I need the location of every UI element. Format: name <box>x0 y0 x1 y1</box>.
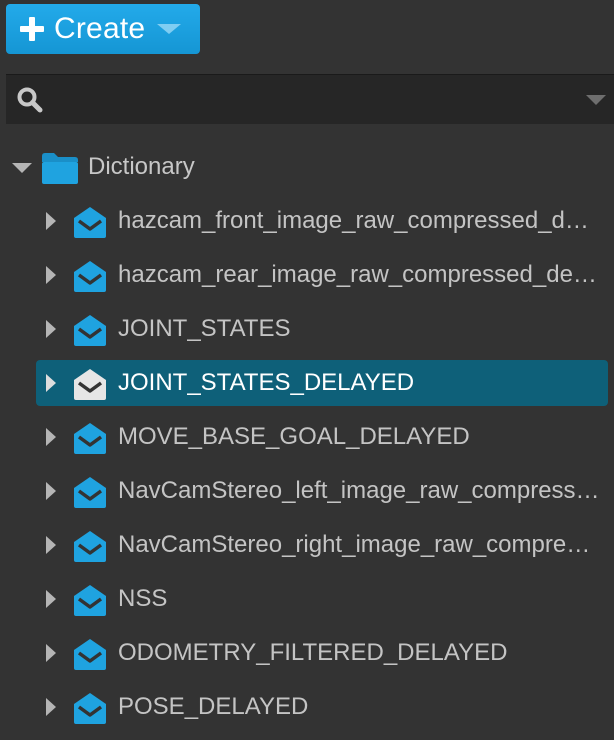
tree-item[interactable]: NSS <box>36 576 608 622</box>
tree-item[interactable]: MOVE_BASE_GOAL_DELAYED <box>36 414 608 460</box>
tree-item-label: hazcam_rear_image_raw_compressed_delayed <box>118 261 602 288</box>
caret-right-icon[interactable] <box>46 590 56 608</box>
caret-right-icon[interactable] <box>46 644 56 662</box>
tree-item[interactable]: POSE_DELAYED <box>36 684 608 730</box>
tree-item-label: NavCamStereo_right_image_raw_compressed_… <box>118 531 602 558</box>
caret-right-icon[interactable] <box>46 482 56 500</box>
tree-item-label: NSS <box>118 585 168 612</box>
tree-root-dictionary[interactable]: Dictionary <box>0 140 614 194</box>
create-button-label: Create <box>54 12 146 45</box>
caret-right-icon[interactable] <box>46 698 56 716</box>
tree-item[interactable]: NavCamStereo_right_image_raw_compressed_… <box>36 522 608 568</box>
plus-icon <box>20 17 44 41</box>
caret-right-icon[interactable] <box>46 374 56 392</box>
envelope-icon <box>74 369 106 400</box>
tree-item-label: ODOMETRY_FILTERED_DELAYED <box>118 639 508 666</box>
envelope-icon <box>74 315 106 346</box>
tree-item[interactable]: hazcam_rear_image_raw_compressed_delayed <box>36 252 608 298</box>
caret-right-icon[interactable] <box>46 212 56 230</box>
envelope-icon <box>74 639 106 670</box>
tree-item-label: POSE_DELAYED <box>118 693 309 720</box>
tree-item-label: JOINT_STATES_DELAYED <box>118 369 415 396</box>
caret-right-icon[interactable] <box>46 536 56 554</box>
tree-item[interactable]: JOINT_STATES_DELAYED <box>36 360 608 406</box>
envelope-icon <box>74 477 106 508</box>
envelope-icon <box>74 261 106 292</box>
tree-item-label: hazcam_front_image_raw_compressed_delaye… <box>118 207 602 234</box>
search-icon <box>17 87 43 113</box>
tree-item[interactable]: JOINT_STATES <box>36 306 608 352</box>
tree-item[interactable]: NavCamStereo_left_image_raw_compressed_d… <box>36 468 608 514</box>
envelope-icon <box>74 693 106 724</box>
search-input[interactable] <box>52 83 556 119</box>
envelope-icon <box>74 423 106 454</box>
caret-right-icon[interactable] <box>46 320 56 338</box>
folder-icon <box>42 153 78 184</box>
envelope-icon <box>74 531 106 562</box>
tree-root-label: Dictionary <box>88 153 195 180</box>
tree-item[interactable]: hazcam_front_image_raw_compressed_delaye… <box>36 198 608 244</box>
create-button[interactable]: Create <box>6 4 200 54</box>
search-bar <box>6 74 614 124</box>
caret-right-icon[interactable] <box>46 266 56 284</box>
tree-item[interactable]: ODOMETRY_FILTERED_DELAYED <box>36 630 608 676</box>
tree-item-label: MOVE_BASE_GOAL_DELAYED <box>118 423 470 450</box>
chevron-down-icon[interactable] <box>157 24 182 34</box>
search-dropdown-icon[interactable] <box>586 95 606 105</box>
caret-right-icon[interactable] <box>46 428 56 446</box>
envelope-icon <box>74 207 106 238</box>
tree-item-label: JOINT_STATES <box>118 315 291 342</box>
caret-down-icon[interactable] <box>12 163 32 173</box>
envelope-icon <box>74 585 106 616</box>
tree-item-label: NavCamStereo_left_image_raw_compressed_d… <box>118 477 602 504</box>
